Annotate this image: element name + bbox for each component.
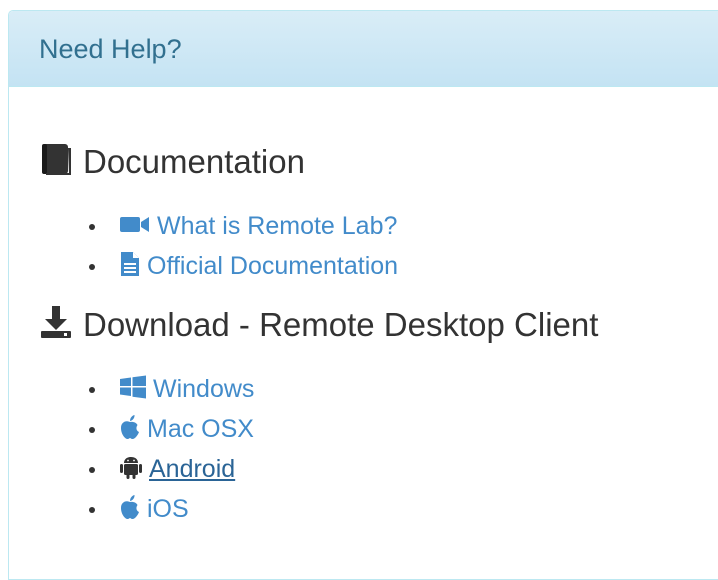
link-label: Android [149,454,236,483]
link-label: iOS [147,494,189,523]
help-panel: Need Help? Documentation What is Remote … [8,10,718,580]
video-camera-icon [119,212,151,241]
windows-icon [119,375,147,404]
what-is-remote-lab-link[interactable]: What is Remote Lab? [119,212,397,241]
link-label: Official Documentation [147,251,399,280]
link-label: What is Remote Lab? [157,211,398,240]
list-item: What is Remote Lab? [89,206,398,246]
apple-icon [119,494,141,525]
download-heading-text: Download - Remote Desktop Client [83,306,599,343]
windows-link[interactable]: Windows [119,375,254,404]
link-label: Mac OSX [147,414,254,443]
android-link[interactable]: Android [119,454,235,485]
list-item: Android [89,449,254,489]
panel-title: Need Help? [39,34,182,64]
mac-osx-link[interactable]: Mac OSX [119,414,254,445]
download-icon [39,305,73,344]
documentation-link-list: What is Remote Lab? Official Documentati… [89,206,398,286]
list-item: Official Documentation [89,246,398,286]
download-link-list: Windows Mac OSX Android iOS [89,369,254,529]
list-item: Mac OSX [89,409,254,449]
book-icon [39,142,73,181]
apple-icon [119,414,141,445]
official-documentation-link[interactable]: Official Documentation [119,251,398,282]
list-item: Windows [89,369,254,409]
link-label: Windows [153,374,255,403]
panel-heading: Need Help? [9,11,718,87]
android-icon [119,454,143,485]
documentation-heading: Documentation [39,142,305,181]
ios-link[interactable]: iOS [119,494,189,525]
download-heading: Download - Remote Desktop Client [39,305,598,344]
list-item: iOS [89,489,254,529]
documentation-heading-text: Documentation [83,143,305,180]
file-text-icon [119,251,141,282]
